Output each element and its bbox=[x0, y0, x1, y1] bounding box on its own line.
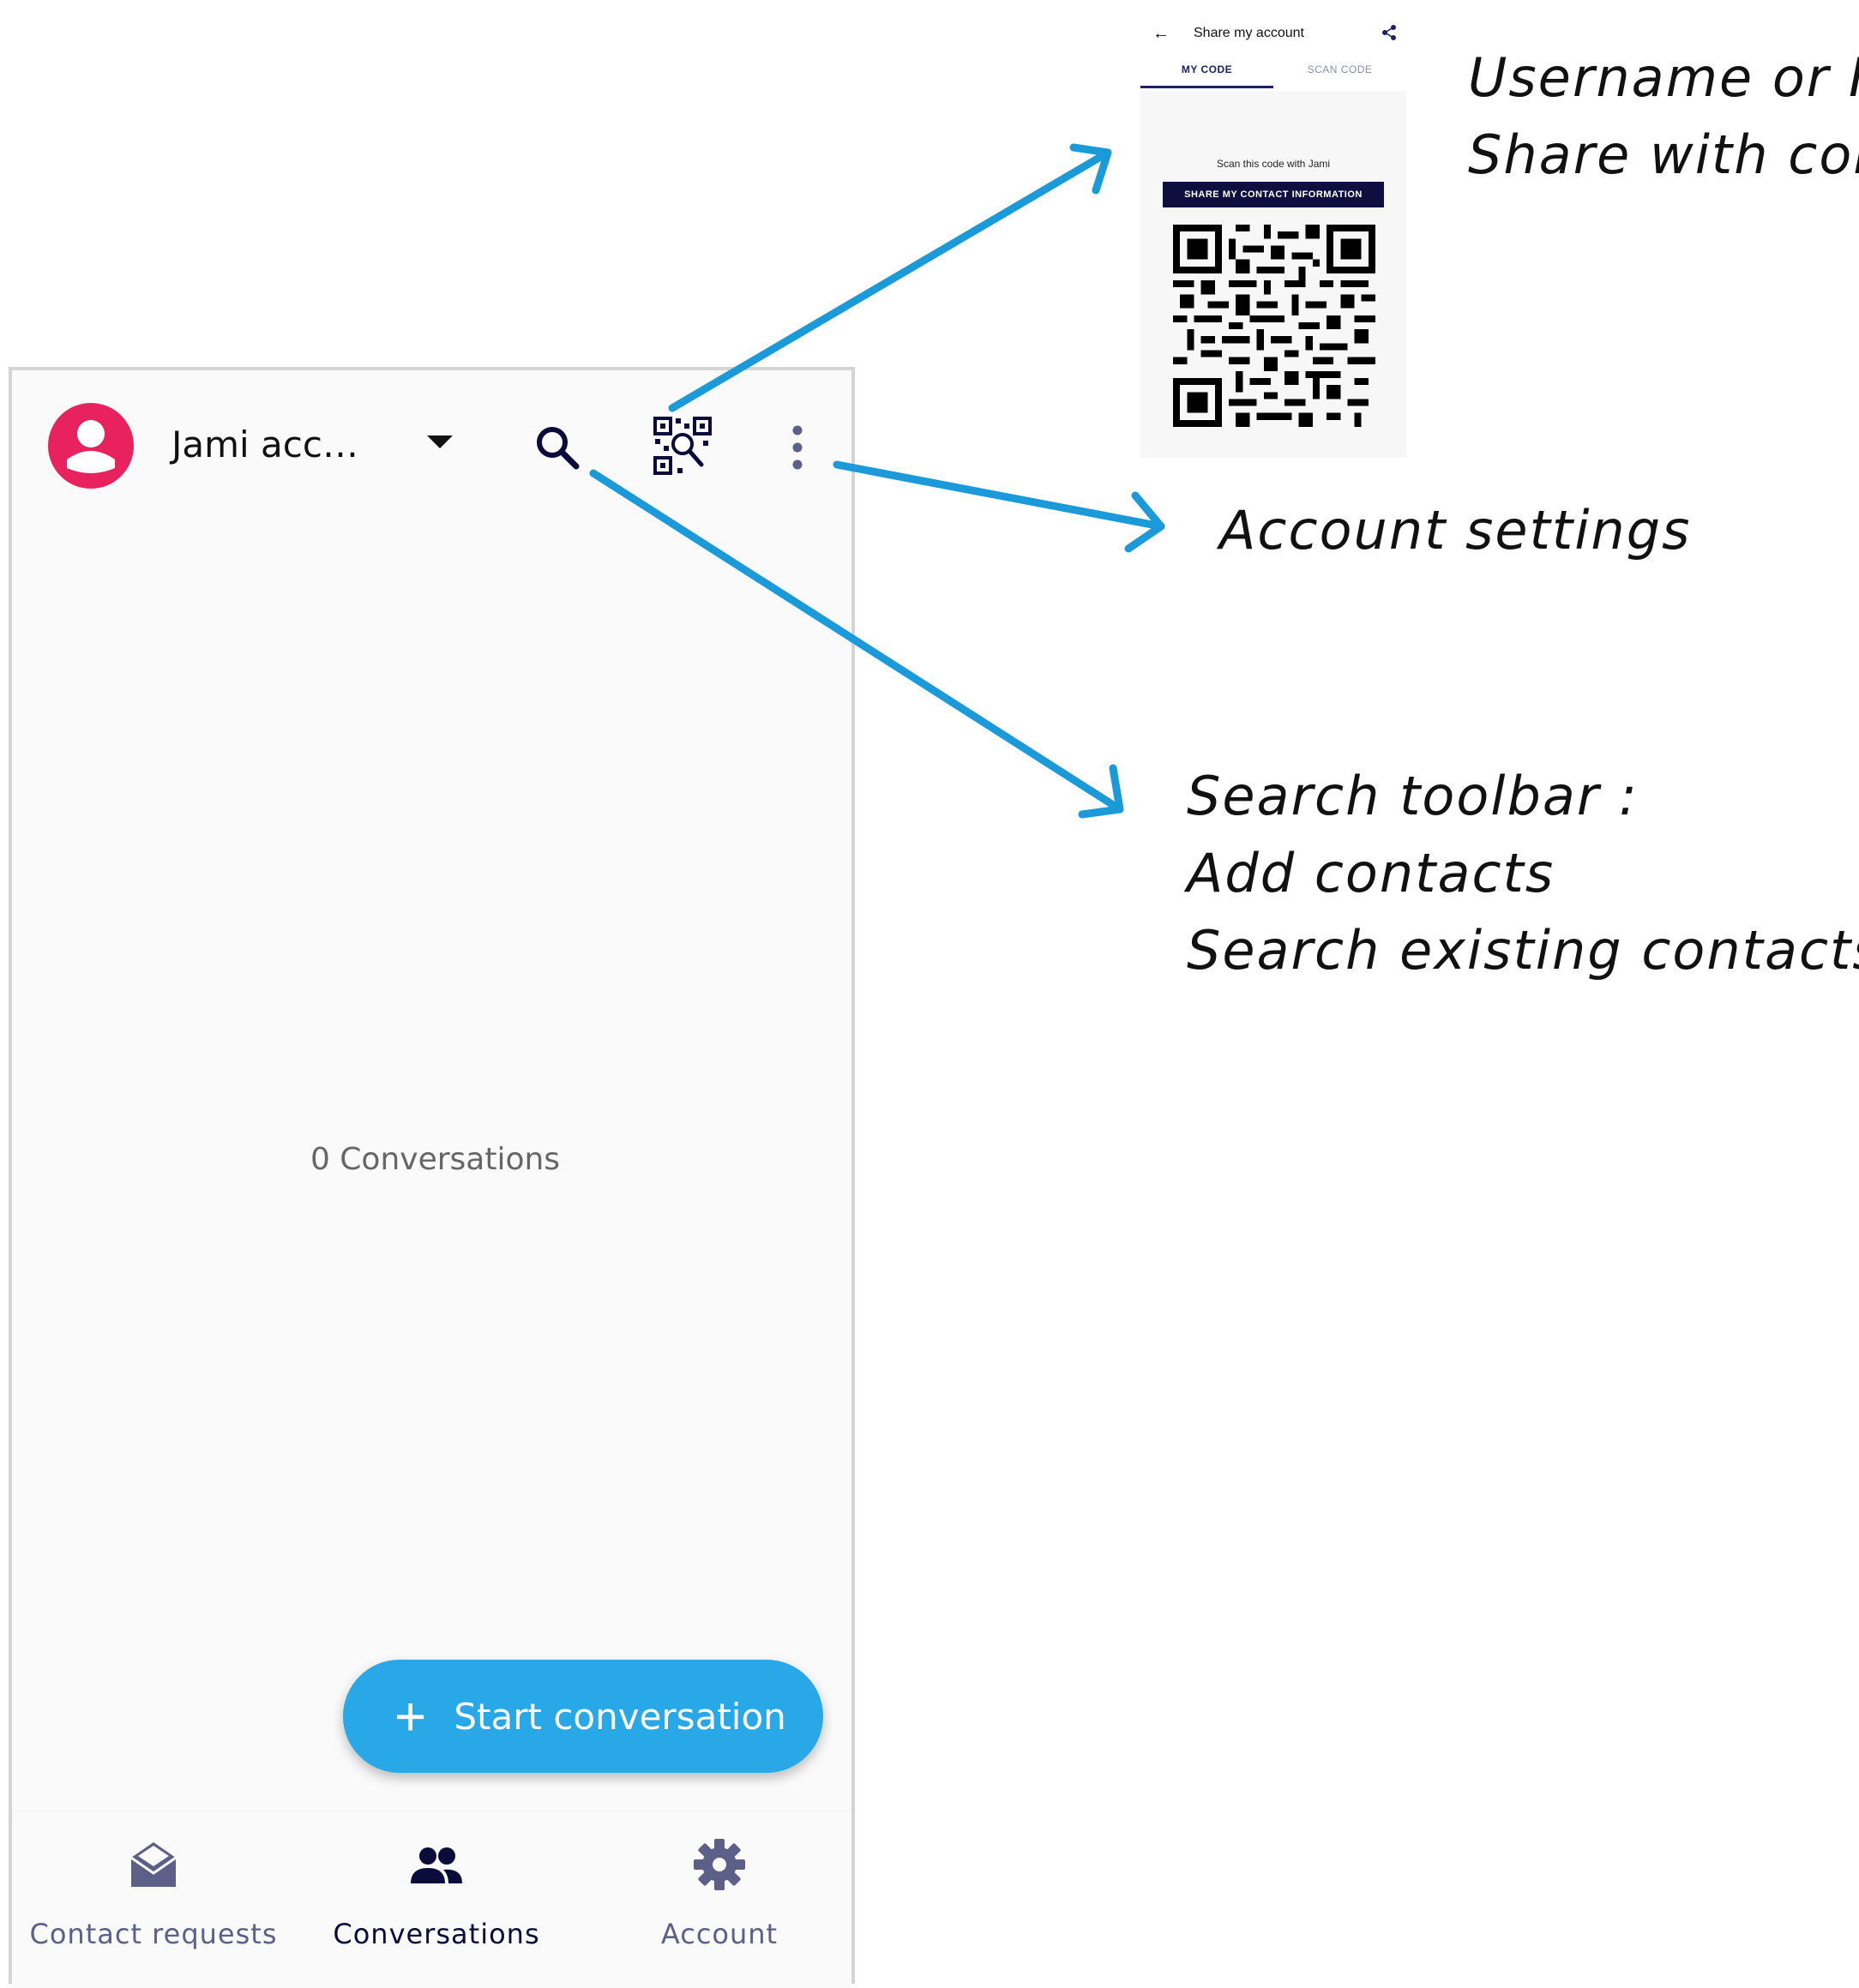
gear-icon bbox=[578, 1837, 861, 1892]
bottom-navigation: Contact requests Conversations Account bbox=[12, 1811, 851, 1988]
share-header: ← Share my account MY CODE SCAN CODE bbox=[1140, 12, 1406, 91]
arrowhead-search bbox=[1078, 764, 1124, 819]
annotation-search-line-1: Search toolbar : bbox=[1187, 765, 1639, 827]
annotation-search-line-2: Add contacts bbox=[1187, 842, 1555, 904]
qr-code-icon[interactable] bbox=[652, 415, 713, 477]
more-vert-icon[interactable] bbox=[782, 423, 813, 471]
arrowhead-settings bbox=[1124, 491, 1165, 553]
tab-my-code[interactable]: MY CODE bbox=[1140, 63, 1273, 75]
annotation-qr-line-1: Username or I bbox=[1468, 46, 1859, 109]
nav-account[interactable]: Account bbox=[578, 1811, 861, 1988]
annotation-qr-line-2: Share with cor bbox=[1468, 123, 1859, 186]
nav-contact-requests[interactable]: Contact requests bbox=[12, 1811, 295, 1988]
tab-scan-code[interactable]: SCAN CODE bbox=[1273, 63, 1406, 75]
start-conversation-button[interactable]: + Start conversation bbox=[343, 1660, 823, 1773]
tab-indicator bbox=[1140, 86, 1273, 88]
share-caption: Scan this code with Jami bbox=[1216, 158, 1331, 170]
plus-icon: + bbox=[394, 1685, 427, 1747]
qr-code-image bbox=[1173, 225, 1375, 427]
nav-conversations[interactable]: Conversations bbox=[295, 1811, 578, 1988]
annotation-search-line-3: Search existing contacts bbox=[1187, 919, 1859, 982]
back-arrow-icon[interactable]: ← bbox=[1152, 24, 1170, 44]
fab-label: Start conversation bbox=[454, 1695, 786, 1738]
dropdown-arrow-icon[interactable] bbox=[427, 435, 453, 448]
share-account-screenshot: ← Share my account MY CODE SCAN CODE Sca… bbox=[1140, 12, 1406, 458]
phone-screen: Jami acc… 0 Conversations + Start conver… bbox=[9, 367, 855, 1988]
open-envelope-icon bbox=[12, 1837, 295, 1892]
search-icon[interactable] bbox=[532, 422, 583, 473]
share-icon[interactable] bbox=[1381, 24, 1398, 41]
empty-conversations-text: 0 Conversations bbox=[310, 1142, 561, 1177]
account-name[interactable]: Jami acc… bbox=[171, 423, 358, 465]
people-icon bbox=[295, 1837, 578, 1892]
arrowhead-share bbox=[1069, 143, 1112, 195]
nav-label: Conversations bbox=[333, 1918, 540, 1950]
annotation-account-settings: Account settings bbox=[1219, 499, 1692, 562]
share-contact-button[interactable]: SHARE MY CONTACT INFORMATION bbox=[1163, 182, 1384, 207]
share-title: Share my account bbox=[1194, 26, 1304, 40]
nav-label: Contact requests bbox=[29, 1918, 278, 1950]
account-avatar-icon[interactable] bbox=[48, 403, 134, 489]
nav-label: Account bbox=[660, 1918, 779, 1950]
arrow-to-account-settings bbox=[833, 460, 1165, 531]
